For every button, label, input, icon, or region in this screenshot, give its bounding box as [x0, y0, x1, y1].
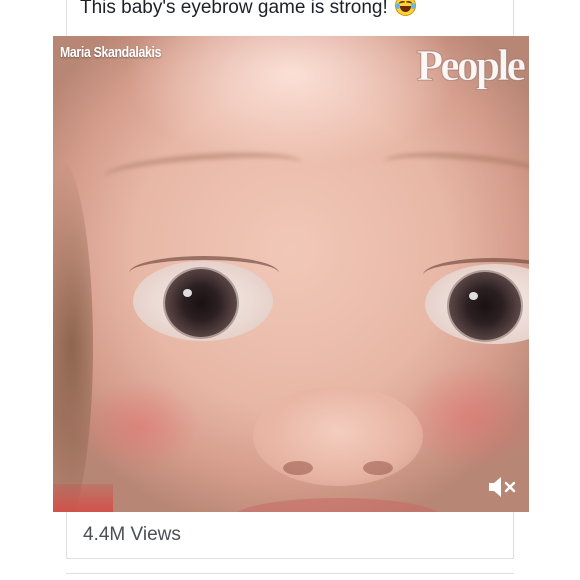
- video-frame-left-glint: [183, 289, 192, 297]
- post-caption-text: This baby's eyebrow game is strong!: [80, 0, 388, 18]
- video-frame-right-nostril: [363, 461, 393, 475]
- video-frame-lip: [233, 498, 443, 512]
- people-brand-logo: People: [416, 41, 527, 91]
- video-frame-shirt: [53, 484, 113, 512]
- video-frame-nose: [253, 386, 423, 486]
- post-caption: This baby's eyebrow game is strong!: [80, 0, 417, 20]
- post-divider: [66, 573, 514, 574]
- view-count: 4.4M Views: [83, 524, 181, 545]
- mute-button[interactable]: [487, 474, 517, 500]
- video-player[interactable]: Maria Skandalakis People: [53, 36, 529, 512]
- video-frame-hair: [53, 156, 93, 512]
- video-frame-right-lid: [423, 258, 529, 292]
- video-frame-left-nostril: [283, 461, 313, 475]
- video-frame-right-glint: [469, 292, 478, 300]
- video-frame-left-eyebrow: [102, 147, 304, 193]
- laughing-tears-emoji-icon: [395, 0, 417, 16]
- video-frame-right-eyebrow: [381, 146, 529, 194]
- video-frame-left-lid: [129, 256, 279, 290]
- speaker-muted-icon: [489, 477, 516, 497]
- creator-watermark: Maria Skandalakis: [60, 44, 162, 61]
